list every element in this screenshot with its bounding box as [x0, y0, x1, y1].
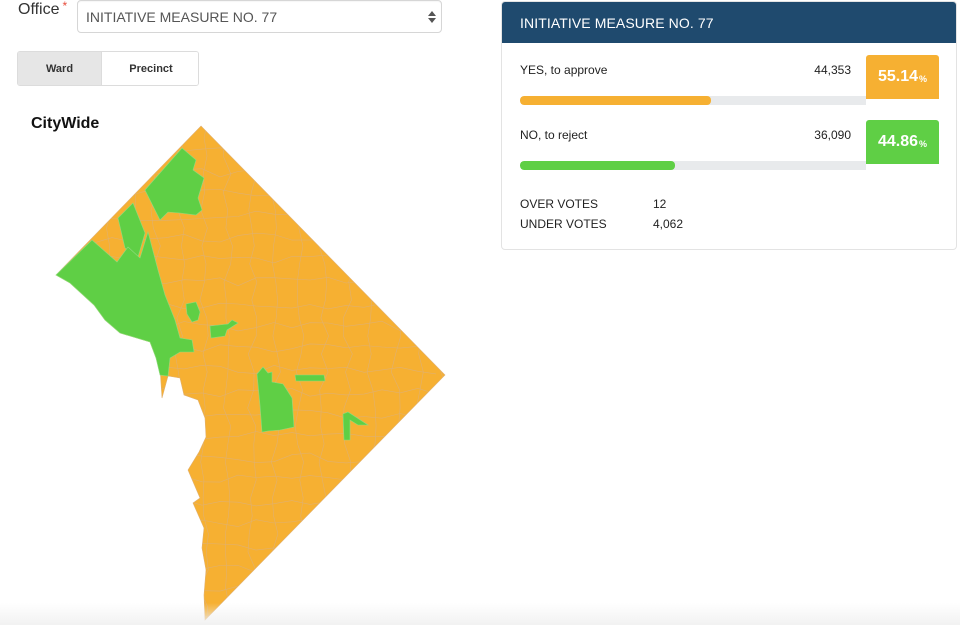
- precinct-map[interactable]: [0, 0, 460, 625]
- map-region-east-strip[interactable]: [294, 374, 326, 382]
- under-votes-value: 4,062: [653, 217, 684, 231]
- bottom-fade: [0, 603, 960, 625]
- percent-value: 44.86: [877, 133, 919, 150]
- under-votes-row: UNDER VOTES 4,062: [520, 217, 683, 231]
- results-panel: INITIATIVE MEASURE NO. 77 YES, to approv…: [501, 1, 957, 250]
- choice-name: NO, to reject: [520, 128, 588, 142]
- under-votes-label: UNDER VOTES: [520, 217, 607, 231]
- percent-value: 55.14: [877, 68, 919, 85]
- over-votes-row: OVER VOTES 12: [520, 197, 666, 211]
- choice-votes: 36,090: [814, 128, 851, 142]
- precinct-border-line: [79, 126, 89, 620]
- choice-name: YES, to approve: [520, 63, 608, 77]
- percent-unit: %: [919, 139, 928, 149]
- precinct-border-line: [102, 126, 114, 620]
- choice-yes: YES, to approve 44,353 55.14%: [502, 55, 956, 123]
- precinct-border-line: [56, 145, 437, 155]
- percent-badge: 44.86%: [866, 120, 939, 164]
- over-votes-label: OVER VOTES: [520, 197, 599, 211]
- over-votes-value: 12: [653, 197, 667, 211]
- progress-track: [520, 96, 866, 105]
- choice-votes: 44,353: [814, 63, 851, 77]
- precinct-border-line: [56, 126, 66, 620]
- percent-badge: 55.14%: [866, 55, 939, 99]
- precinct-border-line: [438, 126, 445, 620]
- progress-track: [520, 161, 866, 170]
- percent-unit: %: [919, 74, 928, 84]
- choice-no: NO, to reject 36,090 44.86%: [502, 120, 956, 188]
- results-header: INITIATIVE MEASURE NO. 77: [502, 2, 956, 43]
- progress-fill: [520, 161, 676, 170]
- progress-fill: [520, 96, 711, 105]
